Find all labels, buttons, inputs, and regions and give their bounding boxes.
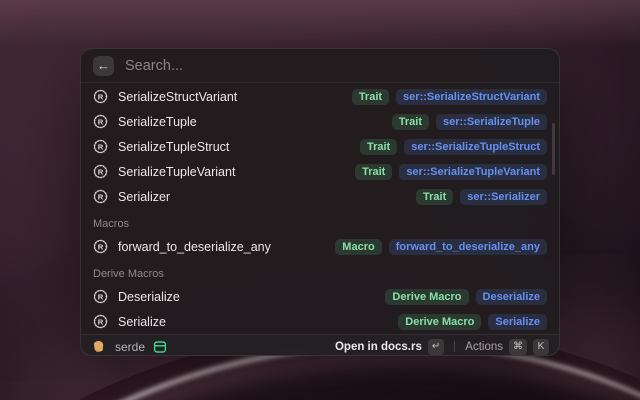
arrow-left-icon: ← [97,56,110,75]
kind-badge: Trait [416,189,453,205]
section-header: Derive Macros [81,259,559,284]
footer-bar: serde Open in docs.rs ↵ Actions ⌘ K [81,334,559,356]
svg-text:R: R [98,117,104,126]
result-title: Deserialize [118,290,375,304]
rust-crate-icon: R [93,139,108,154]
actions-menu-button[interactable]: Actions ⌘ K [465,339,549,355]
result-row[interactable]: R SerializeTuple Trait ser::SerializeTup… [81,109,559,134]
kind-badge: Trait [355,164,392,180]
result-row[interactable]: R SerializeTupleStruct Trait ser::Serial… [81,134,559,159]
path-badge: ser::SerializeTupleVariant [399,164,547,180]
path-badge: Deserialize [476,289,547,305]
kind-badge: Trait [392,114,429,130]
rust-crate-icon: R [93,314,108,329]
path-badge: forward_to_deserialize_any [389,239,547,255]
kind-badge: Trait [352,89,389,105]
result-title: forward_to_deserialize_any [118,240,325,254]
svg-text:R: R [98,92,104,101]
kind-badge: Trait [360,139,397,155]
serde-extension-icon [91,339,106,354]
path-badge: ser::SerializeTupleStruct [404,139,547,155]
kind-badge: Macro [335,239,381,255]
k-key: K [533,339,549,355]
svg-text:R: R [98,242,104,251]
result-title: SerializeTupleStruct [118,140,350,154]
result-row[interactable]: R Serializer Trait ser::Serializer [81,184,559,209]
section-header-label: Derive Macros [93,268,164,280]
result-title: SerializeTupleVariant [118,165,345,179]
svg-text:R: R [98,292,104,301]
path-badge: Serialize [488,314,547,330]
result-title: Serializer [118,190,406,204]
result-row[interactable]: R SerializeTupleVariant Trait ser::Seria… [81,159,559,184]
svg-text:R: R [98,142,104,151]
result-row[interactable]: R Deserialize Derive Macro Deserialize [81,284,559,309]
command-key: ⌘ [509,339,527,355]
rust-crate-icon: R [93,89,108,104]
rust-crate-icon: R [93,189,108,204]
svg-text:R: R [98,167,104,176]
footer-crate-name: serde [115,340,145,354]
path-badge: ser::SerializeTuple [436,114,547,130]
section-header: Macros [81,209,559,234]
section-header-label: Macros [93,218,129,230]
footer-divider [454,341,455,352]
svg-text:R: R [98,317,104,326]
kind-badge: Derive Macro [385,289,468,305]
results-list: R SerializeStructVariant Trait ser::Seri… [81,83,559,334]
search-bar: ← [81,49,559,83]
actions-label: Actions [465,341,503,353]
result-row[interactable]: R SerializeStructVariant Trait ser::Seri… [81,84,559,109]
kind-badge: Derive Macro [398,314,481,330]
result-title: Serialize [118,315,388,329]
return-key: ↵ [428,339,444,355]
path-badge: ser::Serializer [460,189,547,205]
open-in-docs-action[interactable]: Open in docs.rs ↵ [335,339,444,355]
rust-crate-icon: R [93,239,108,254]
result-row[interactable]: R forward_to_deserialize_any Macro forwa… [81,234,559,259]
rust-crate-icon: R [93,289,108,304]
crate-box-icon [153,340,167,354]
open-in-docs-label: Open in docs.rs [335,341,422,353]
svg-text:R: R [98,192,104,201]
path-badge: ser::SerializeStructVariant [396,89,547,105]
rust-crate-icon: R [93,164,108,179]
back-button[interactable]: ← [93,56,114,76]
result-title: SerializeStructVariant [118,90,342,104]
search-input[interactable] [125,58,547,74]
result-row[interactable]: R Serialize Derive Macro Serialize [81,309,559,334]
rust-crate-icon: R [93,114,108,129]
search-window: ← R SerializeStructVariant Trait ser::Se… [80,48,560,356]
scrollbar-thumb[interactable] [552,123,555,175]
result-title: SerializeTuple [118,115,382,129]
